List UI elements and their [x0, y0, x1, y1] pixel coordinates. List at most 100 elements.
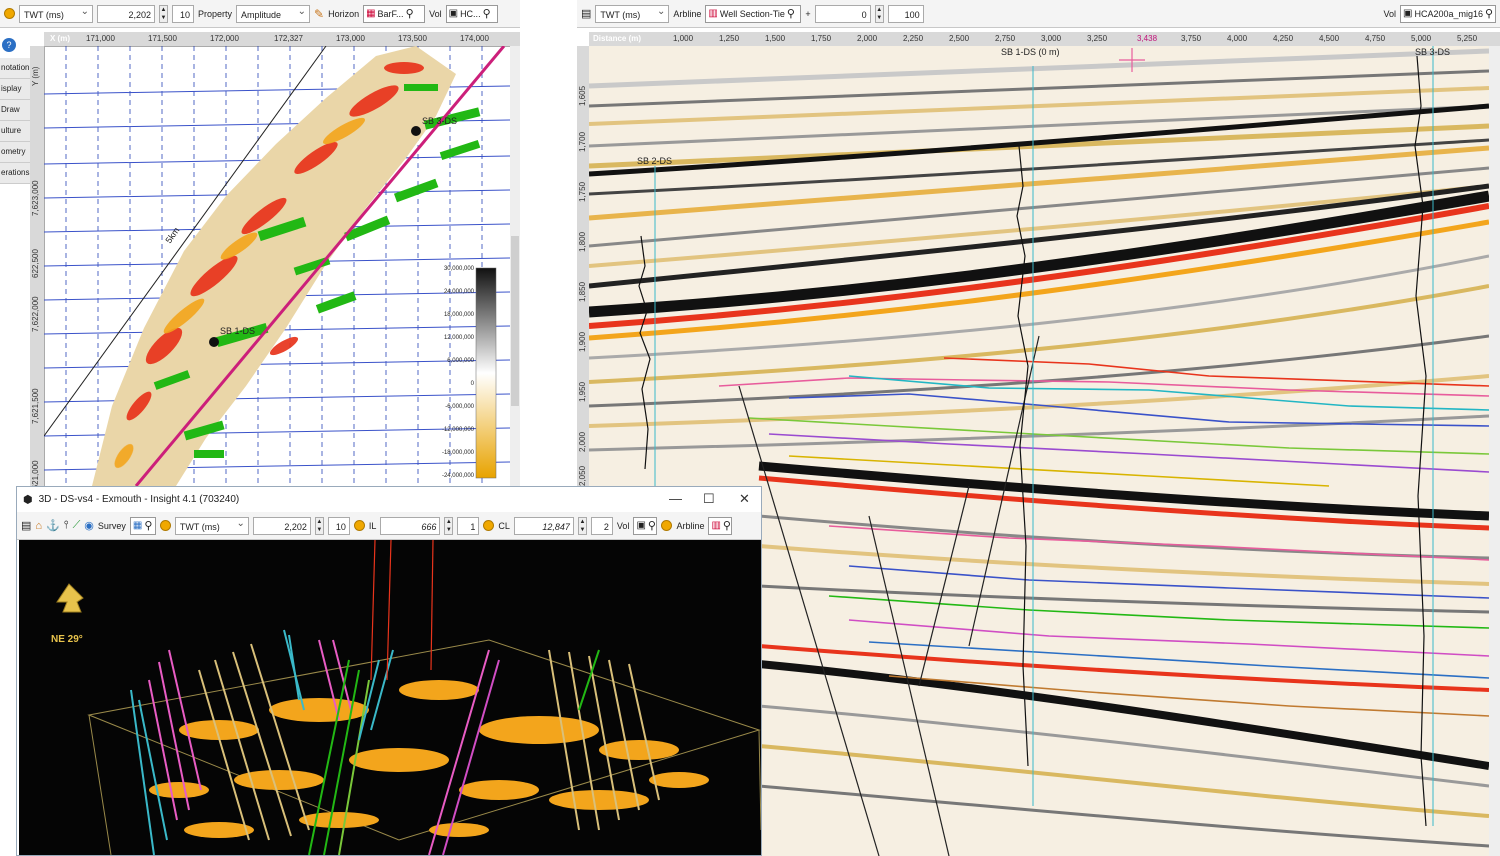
colorbar-label: -6,000,000: [445, 404, 474, 410]
cl-dot-icon: [483, 520, 495, 531]
side-tab-display[interactable]: isplay: [0, 79, 30, 100]
horizon-selector[interactable]: ▦ BarF... ⚲: [363, 4, 426, 23]
view3d-vol-label: Vol: [616, 520, 630, 531]
view3d-toolbar: ▤ ⌂ ⚓ ⫯ ⟋ ◉ Survey ▦ ⚲ TWT (ms) 2,202 ▲▼…: [17, 512, 761, 540]
x-tick: 174,000: [460, 34, 489, 43]
side-tab-culture[interactable]: ulture: [0, 121, 30, 142]
offset-spinner[interactable]: ▲ ▼: [874, 4, 884, 23]
search-icon: ⚲: [647, 520, 656, 532]
side-tab-geometry[interactable]: ometry: [0, 142, 30, 163]
section-vol-value: HCA200a_mig16: [1414, 8, 1483, 19]
map-canvas[interactable]: 5km SB 3-DS SB 1-DS 30,000,000 24,000,00…: [44, 46, 510, 486]
x-tick: 171,500: [148, 34, 177, 43]
minimize-button[interactable]: —: [669, 491, 682, 506]
view3d-window: ⬢ 3D - DS-vs4 - Exmouth - Insight 4.1 (7…: [16, 486, 762, 856]
view3d-title: 3D - DS-vs4 - Exmouth - Insight 4.1 (703…: [38, 494, 240, 505]
twt-tick: 1,850: [578, 281, 587, 302]
view3d-arbline-selector[interactable]: ▥ ⚲: [708, 516, 733, 535]
map-scrollbar[interactable]: [510, 46, 520, 486]
section-domain-dropdown[interactable]: TWT (ms): [595, 3, 670, 23]
colorbar-label: -18,000,000: [442, 450, 475, 456]
map-domain-dropdown[interactable]: TWT (ms): [19, 3, 93, 23]
well-tie-icon: ▥: [708, 8, 718, 19]
view3d-step-input[interactable]: 10: [327, 516, 350, 535]
map-scrollbar-thumb[interactable]: [511, 236, 519, 406]
x-tick: 172,327: [274, 34, 303, 43]
view3d-canvas[interactable]: NE 29°: [19, 540, 761, 855]
map-time-input[interactable]: 2,202: [97, 4, 155, 23]
view3d-time-input[interactable]: 2,202: [252, 516, 311, 535]
view3d-vol-selector[interactable]: ▣ ⚲: [633, 516, 658, 535]
il-label: IL: [368, 520, 377, 531]
il-spinner[interactable]: ▲ ▼: [444, 516, 454, 535]
domain-dot-icon: [4, 8, 15, 19]
offset-input[interactable]: 0: [814, 4, 871, 23]
side-tab-annotation[interactable]: notation: [0, 58, 30, 79]
section-vol-selector[interactable]: ▣ HCA200a_mig16 ⚲: [1400, 4, 1496, 23]
distance-tick: 4,750: [1365, 34, 1386, 43]
arbline-selector[interactable]: ▥ Well Section-Tie ⚲: [705, 4, 802, 23]
il-step-input[interactable]: 1: [457, 516, 480, 535]
fault-icon[interactable]: ⟋: [73, 519, 81, 532]
home-icon[interactable]: ⌂: [35, 520, 42, 532]
y-axis-label: Y (m): [31, 66, 40, 86]
vol-value: HC...: [460, 8, 481, 19]
cl-spinner[interactable]: ▲ ▼: [577, 516, 587, 535]
vol-selector[interactable]: ▣ HC... ⚲: [445, 4, 498, 23]
volume-icon: ▣: [448, 8, 459, 19]
section-scrollbar[interactable]: [1489, 46, 1500, 856]
cl-input[interactable]: 12,847: [513, 516, 574, 535]
colorbar-label: 18,000,000: [444, 312, 475, 318]
add-icon[interactable]: +: [805, 9, 810, 19]
close-button[interactable]: ✕: [739, 491, 750, 507]
search-icon: ⚲: [144, 520, 153, 532]
scale-label: 5km: [163, 225, 181, 245]
layout-icon[interactable]: ▤: [581, 7, 591, 20]
side-tab-operations[interactable]: erations: [0, 163, 30, 184]
well-label-sb2: SB 2-DS: [637, 156, 672, 166]
twt-tick: 2,050: [578, 465, 587, 486]
side-tab-draw[interactable]: Draw: [0, 100, 30, 121]
colorbar-label: 30,000,000: [444, 266, 475, 272]
colorbar-label: 6,000,000: [447, 358, 474, 364]
property-label: Property: [198, 8, 233, 19]
distance-tick: 2,000: [857, 34, 878, 43]
map-time-spinner[interactable]: ▲ ▼: [159, 4, 168, 23]
arbline-value: Well Section-Tie: [719, 8, 785, 19]
volume-icon: ▣: [1403, 8, 1413, 19]
horizon-value: BarF...: [377, 8, 404, 19]
survey-selector[interactable]: ▦ ⚲: [129, 516, 156, 535]
section-vol-label: Vol: [1383, 8, 1396, 19]
well-marker-sb3[interactable]: [411, 126, 421, 136]
well-marker-sb1[interactable]: [209, 337, 219, 347]
twt-tick: 1,750: [578, 181, 587, 202]
side-tab-bar: notation isplay Draw ulture ometry erati…: [0, 58, 30, 184]
view3d-domain-dropdown[interactable]: TWT (ms): [174, 515, 249, 535]
colorbar-labels: 30,000,000 24,000,000 18,000,000 12,000,…: [442, 266, 475, 479]
anchor-icon[interactable]: ⚓: [46, 519, 60, 532]
distance-tick: 4,500: [1319, 34, 1340, 43]
map-toolbar: TWT (ms) 2,202 ▲▼ 10 Property Amplitude …: [0, 0, 520, 28]
colorbar-label: -12,000,000: [442, 427, 475, 433]
view3d-titlebar[interactable]: ⬢ 3D - DS-vs4 - Exmouth - Insight 4.1 (7…: [17, 487, 761, 513]
view3d-time-spinner[interactable]: ▲ ▼: [314, 516, 324, 535]
il-input[interactable]: 666: [380, 516, 441, 535]
x-tick: 173,000: [336, 34, 365, 43]
map-panel: TWT (ms) 2,202 ▲▼ 10 Property Amplitude …: [0, 0, 520, 486]
cl-step-input[interactable]: 2: [590, 516, 613, 535]
globe-icon[interactable]: ◉: [84, 519, 94, 532]
x-tick: 172,000: [210, 34, 239, 43]
maximize-button[interactable]: ☐: [703, 491, 715, 507]
survey-label: Survey: [97, 520, 126, 531]
search-icon: ⚲: [405, 8, 414, 20]
well-icon[interactable]: ⫯: [64, 519, 69, 532]
distance-tick: 3,250: [1087, 34, 1108, 43]
well-tie-icon: ▥: [711, 520, 721, 531]
distance-tick: 1,000: [673, 34, 694, 43]
info-icon[interactable]: ?: [2, 38, 16, 52]
map-step-input[interactable]: 10: [172, 4, 194, 23]
property-dropdown[interactable]: Amplitude: [236, 3, 311, 23]
brush-icon[interactable]: ✎: [314, 7, 324, 21]
layout-icon[interactable]: ▤: [21, 519, 31, 532]
length-input[interactable]: 100: [887, 4, 924, 23]
